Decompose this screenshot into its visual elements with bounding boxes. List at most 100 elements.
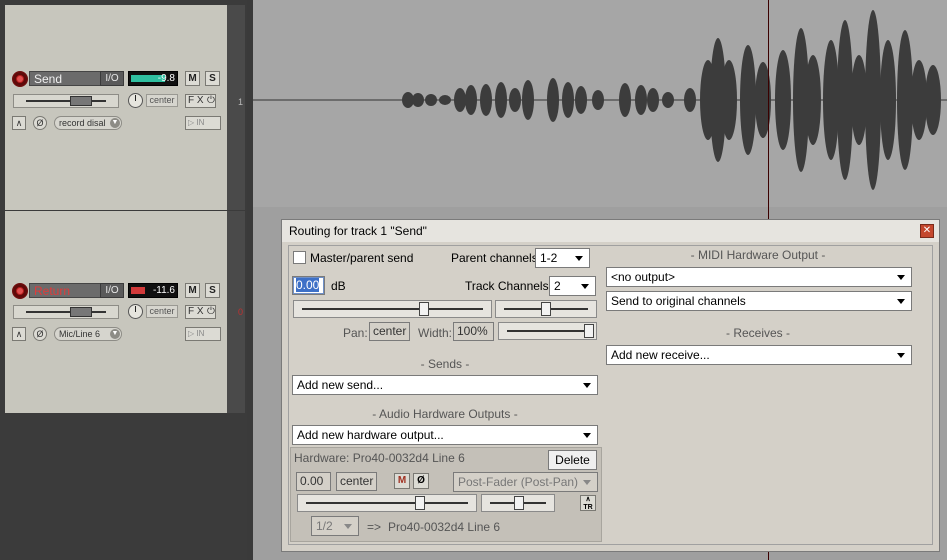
pan-slider[interactable] xyxy=(495,300,597,318)
width-label: Width: xyxy=(418,326,453,340)
receives-header: - Receives - xyxy=(725,326,790,340)
hardware-pan-slider[interactable] xyxy=(481,494,555,512)
hardware-pan-input[interactable]: center xyxy=(336,472,377,491)
track-number: 0 xyxy=(237,307,243,317)
master-parent-send-checkbox[interactable] xyxy=(293,251,306,264)
midi-output-select[interactable]: <no output> xyxy=(606,267,912,287)
delete-button[interactable]: Delete xyxy=(548,450,597,470)
meter-value: -11.6 xyxy=(152,285,175,296)
record-arm-button[interactable] xyxy=(12,283,28,299)
meter-fill xyxy=(131,287,145,294)
parent-channels-label: Parent channels: xyxy=(451,251,542,265)
volume-fader[interactable] xyxy=(13,305,119,319)
pan-label: center xyxy=(146,305,178,318)
waveform-peak xyxy=(562,82,574,118)
pan-knob[interactable] xyxy=(128,93,143,108)
volume-input[interactable]: 0.00 xyxy=(292,276,325,295)
routing-window-title: Routing for track 1 "Send" xyxy=(282,220,939,242)
pan-input[interactable]: center xyxy=(369,322,410,341)
waveform-peak xyxy=(684,88,696,112)
hardware-volume-slider-thumb[interactable] xyxy=(415,496,425,510)
track-channels-select[interactable]: 2 xyxy=(549,276,596,296)
midi-channels-select[interactable]: Send to original channels xyxy=(606,291,912,311)
hardware-channels-select[interactable]: 1/2 xyxy=(311,516,359,536)
record-arm-button[interactable] xyxy=(12,71,28,87)
add-receive-select[interactable]: Add new receive... xyxy=(606,345,912,365)
chevron-down-icon xyxy=(583,480,591,485)
solo-button[interactable]: S xyxy=(205,283,220,298)
waveform-peak xyxy=(547,78,559,122)
volume-slider[interactable] xyxy=(293,300,492,318)
add-hardware-output-select[interactable]: Add new hardware output... xyxy=(292,425,598,445)
chevron-down-icon: ▼ xyxy=(110,118,120,128)
width-input[interactable]: 100% xyxy=(453,322,494,341)
hardware-label: Hardware: Pro40-0032d4 Line 6 xyxy=(294,451,465,465)
volume-slider-thumb[interactable] xyxy=(419,302,429,316)
waveform-peak xyxy=(480,84,492,116)
track-channels-label: Track Channels: xyxy=(465,279,552,293)
width-slider[interactable] xyxy=(498,322,597,340)
add-send-select[interactable]: Add new send... xyxy=(292,375,598,395)
chevron-down-icon xyxy=(344,524,352,529)
fx-bypass-icon[interactable]: ⏻ xyxy=(207,306,215,318)
track-number: 1 xyxy=(237,97,243,107)
hardware-send-mode-select[interactable]: Post-Fader (Post-Pan) xyxy=(453,472,598,492)
waveform-peak xyxy=(439,95,451,105)
volume-fader-thumb[interactable] xyxy=(70,307,92,317)
waveform-peak xyxy=(823,40,839,160)
waveform-peak xyxy=(721,60,737,140)
pan-label: Pan: xyxy=(343,326,368,340)
waveform-peak xyxy=(925,65,941,135)
solo-button[interactable]: S xyxy=(205,71,220,86)
mute-button[interactable]: M xyxy=(185,283,200,298)
track-meter: -9.8 xyxy=(128,71,178,86)
waveform-peak xyxy=(522,80,534,120)
record-input-select[interactable]: record disal ▼ xyxy=(54,116,122,130)
pan-knob[interactable] xyxy=(128,304,143,319)
io-button[interactable]: I/O xyxy=(100,71,124,86)
waveform-peak xyxy=(775,50,791,150)
waveform-peak xyxy=(425,94,437,106)
record-input-select[interactable]: Mic/Line 6 ▼ xyxy=(54,327,122,341)
master-parent-send-label: Master/parent send xyxy=(310,251,414,265)
fx-button[interactable]: F X ⏻ xyxy=(185,94,216,108)
hardware-tr-button[interactable]: ∧ TR xyxy=(580,495,596,511)
envelope-icon[interactable]: ∧ xyxy=(12,327,26,341)
hardware-volume-slider[interactable] xyxy=(297,494,477,512)
waveform-peak xyxy=(592,90,604,110)
waveform-peak xyxy=(619,83,631,117)
volume-fader-thumb[interactable] xyxy=(70,96,92,106)
audio-waveform[interactable] xyxy=(253,5,947,210)
envelope-icon[interactable]: ∧ xyxy=(12,116,26,130)
audio-hardware-outputs-header: - Audio Hardware Outputs - xyxy=(372,407,518,421)
hardware-volume-input[interactable]: 0.00 xyxy=(296,472,331,491)
monitor-button[interactable]: ▷ IN xyxy=(185,327,221,341)
close-icon[interactable]: ✕ xyxy=(920,224,934,238)
hardware-pan-slider-thumb[interactable] xyxy=(514,496,524,510)
chevron-down-icon xyxy=(583,433,591,438)
fx-button[interactable]: F X ⏻ xyxy=(185,305,216,319)
phase-icon[interactable]: Ø xyxy=(33,116,47,130)
pan-slider-thumb[interactable] xyxy=(541,302,551,316)
parent-channels-select[interactable]: 1-2 xyxy=(535,248,590,268)
monitor-button[interactable]: ▷ IN xyxy=(185,116,221,130)
waveform-peak xyxy=(805,55,821,145)
chevron-down-icon xyxy=(897,299,905,304)
hardware-phase-button[interactable]: Ø xyxy=(413,473,429,489)
mute-button[interactable]: M xyxy=(185,71,200,86)
width-slider-thumb[interactable] xyxy=(584,324,594,338)
io-button[interactable]: I/O xyxy=(100,283,124,298)
waveform-peak xyxy=(509,88,521,112)
waveform-peak xyxy=(837,20,853,180)
waveform-peak xyxy=(495,82,507,118)
waveform-peak xyxy=(740,45,756,155)
sends-header: - Sends - xyxy=(420,357,470,371)
volume-fader[interactable] xyxy=(13,94,119,108)
fx-bypass-icon[interactable]: ⏻ xyxy=(207,95,215,107)
hardware-mute-button[interactable]: M xyxy=(394,473,410,489)
chevron-down-icon xyxy=(581,284,589,289)
waveform-peak xyxy=(865,10,881,190)
phase-icon[interactable]: Ø xyxy=(33,327,47,341)
waveform-peak xyxy=(880,40,896,160)
track-number-strip: 0 xyxy=(227,211,245,413)
